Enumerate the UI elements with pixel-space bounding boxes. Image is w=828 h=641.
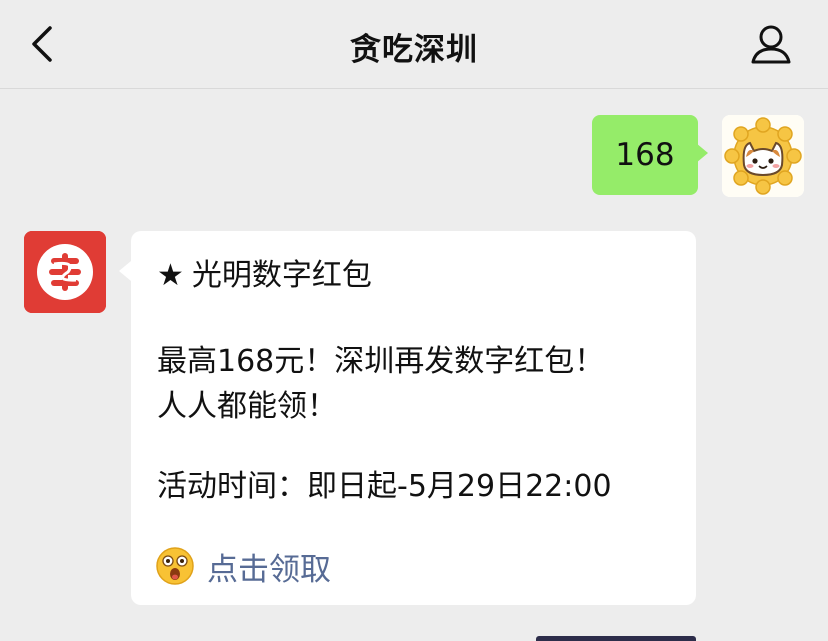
sent-bubble-tail bbox=[696, 143, 708, 163]
card-line-2: 人人都能领！ bbox=[157, 389, 337, 424]
top-bar: 贪吃深圳 bbox=[0, 0, 828, 89]
official-account-avatar[interactable] bbox=[24, 231, 106, 313]
claim-link[interactable]: 点击领取 bbox=[155, 543, 331, 589]
logo-icon bbox=[24, 231, 106, 313]
cat-avatar-icon bbox=[722, 115, 804, 197]
star-icon: ★ bbox=[157, 258, 184, 293]
chat-title: 贪吃深圳 bbox=[350, 32, 478, 68]
card-line-1: 最高168元！深圳再发数字红包！ bbox=[157, 344, 605, 379]
card-bubble-tail bbox=[119, 261, 131, 281]
next-message-edge bbox=[536, 636, 696, 641]
my-avatar[interactable] bbox=[722, 115, 804, 197]
card-line-3: 活动时间：即日起-5月29日22:00 bbox=[157, 469, 612, 504]
card-title: 光明数字红包 bbox=[191, 258, 372, 293]
sent-message-bubble[interactable]: 168 bbox=[592, 115, 698, 195]
card-title-row: ★ 光明数字红包 bbox=[157, 250, 372, 294]
claim-link-text: 点击领取 bbox=[207, 551, 331, 588]
sent-message-text: 168 bbox=[615, 137, 675, 173]
profile-button[interactable] bbox=[748, 22, 794, 66]
person-icon bbox=[751, 25, 791, 64]
surprised-emoji-icon bbox=[156, 547, 194, 585]
